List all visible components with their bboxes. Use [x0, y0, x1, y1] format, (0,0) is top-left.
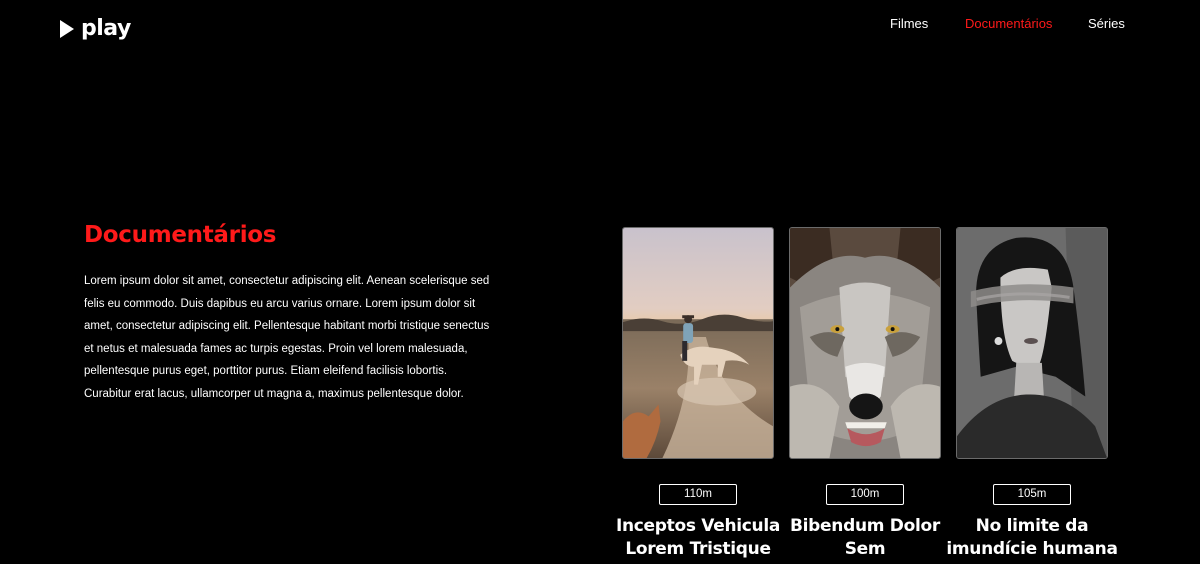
card-title[interactable]: Bibendum Dolor Sem	[775, 515, 955, 561]
card-title[interactable]: No limite da imundície humana	[942, 515, 1122, 561]
card-title-line: Lorem Tristique	[625, 539, 771, 559]
duration-badge: 110m	[659, 484, 737, 505]
card-title-line: imundície humana	[946, 539, 1118, 559]
card-title[interactable]: Inceptos Vehicula Lorem Tristique	[608, 515, 788, 561]
cowboy-on-horse-image[interactable]	[622, 227, 774, 459]
documentary-card[interactable]: 105m No limite da imundície humana	[946, 227, 1118, 561]
page-title: Documentários	[84, 222, 277, 248]
wolf-face-image[interactable]	[789, 227, 941, 459]
main-nav: Filmes Documentários Séries	[0, 16, 1200, 36]
nav-item-documentarios[interactable]: Documentários	[965, 16, 1052, 31]
card-title-line: Sem	[844, 539, 886, 559]
duration-badge: 100m	[826, 484, 904, 505]
woman-portrait-image[interactable]	[956, 227, 1108, 459]
duration-badge: 105m	[993, 484, 1071, 505]
nav-item-filmes[interactable]: Filmes	[890, 16, 928, 31]
documentary-card[interactable]: 110m Inceptos Vehicula Lorem Tristique	[616, 227, 780, 561]
card-title-line: No limite da	[975, 516, 1089, 536]
nav-item-series[interactable]: Séries	[1088, 16, 1125, 31]
card-title-line: Bibendum Dolor	[790, 516, 940, 536]
intro-description: Lorem ipsum dolor sit amet, consectetur …	[84, 275, 490, 400]
card-title-line: Inceptos Vehicula	[615, 516, 781, 536]
intro-section: Documentários Lorem ipsum dolor sit amet…	[84, 222, 494, 405]
documentary-card[interactable]: 100m Bibendum Dolor Sem	[789, 227, 941, 561]
